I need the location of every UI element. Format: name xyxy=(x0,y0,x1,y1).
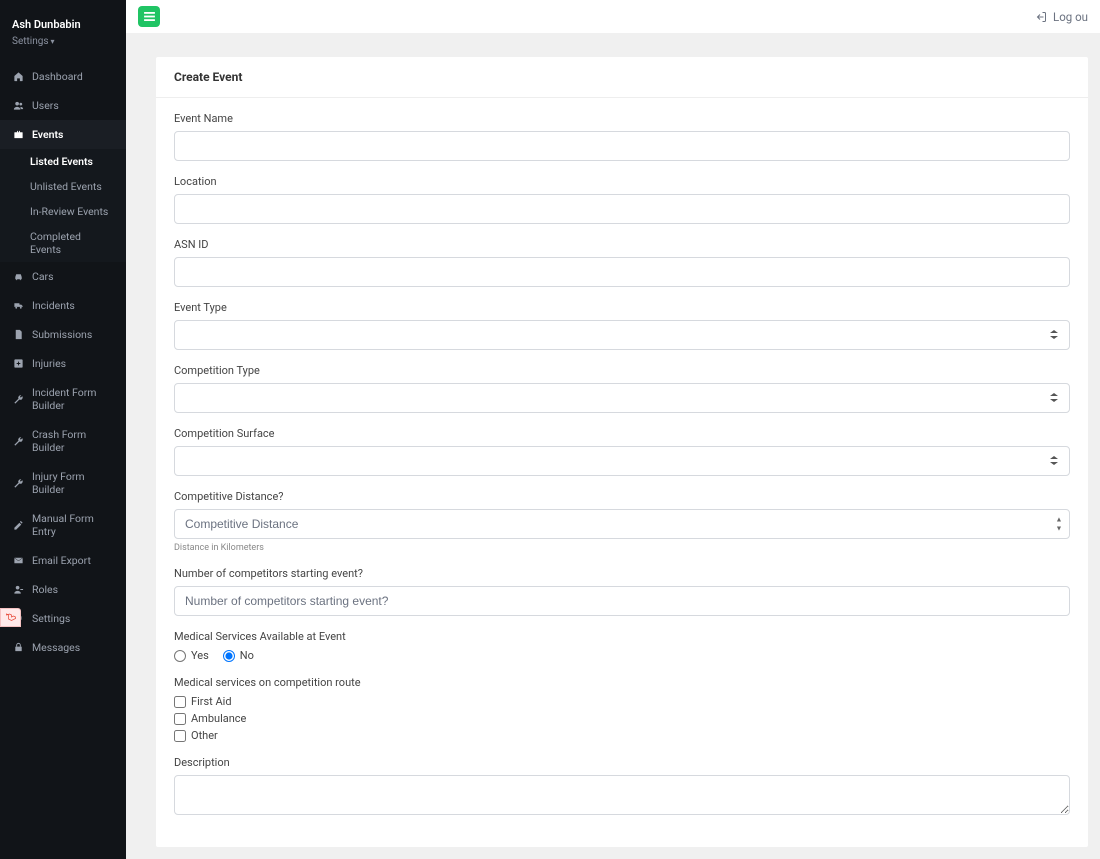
medical-no-radio-label[interactable]: No xyxy=(223,649,254,662)
event-name-label: Event Name xyxy=(174,112,1070,125)
sidebar: Ash Dunbabin Settings ▾ Dashboard Users … xyxy=(0,0,126,859)
sidebar-header: Ash Dunbabin Settings ▾ xyxy=(0,0,126,62)
edit-icon xyxy=(12,519,24,531)
sidebar-subitem-in-review-events[interactable]: In-Review Events xyxy=(0,199,126,224)
plus-square-icon xyxy=(12,358,24,370)
sidebar-item-crash-form-builder[interactable]: Crash Form Builder xyxy=(0,420,126,462)
wrench-icon xyxy=(12,393,24,405)
briefcase-icon xyxy=(12,129,24,141)
wrench-icon xyxy=(12,477,24,489)
location-input[interactable] xyxy=(174,194,1070,224)
sidebar-settings-link[interactable]: Settings ▾ xyxy=(12,36,55,47)
users-icon xyxy=(12,100,24,112)
competition-type-label: Competition Type xyxy=(174,364,1070,377)
ambulance-checkbox-label[interactable]: Ambulance xyxy=(174,712,1070,725)
competitive-distance-input[interactable] xyxy=(174,509,1070,539)
truck-icon xyxy=(12,300,24,312)
sidebar-item-email-export[interactable]: Email Export xyxy=(0,546,126,575)
lock-icon xyxy=(12,642,24,654)
other-checkbox-label[interactable]: Other xyxy=(174,729,1070,742)
sidebar-item-submissions[interactable]: Submissions xyxy=(0,320,126,349)
envelope-icon xyxy=(12,555,24,567)
asn-id-label: ASN ID xyxy=(174,238,1070,251)
event-name-input[interactable] xyxy=(174,131,1070,161)
laravel-icon xyxy=(5,612,17,624)
house-icon xyxy=(12,71,24,83)
sidebar-username: Ash Dunbabin xyxy=(12,18,114,31)
sidebar-item-events[interactable]: Events xyxy=(0,120,126,149)
other-checkbox[interactable] xyxy=(174,730,186,742)
car-icon xyxy=(12,271,24,283)
topbar: Log ou xyxy=(126,0,1100,33)
sidebar-item-incidents[interactable]: Incidents xyxy=(0,291,126,320)
sidebar-item-users[interactable]: Users xyxy=(0,91,126,120)
competition-surface-label: Competition Surface xyxy=(174,427,1070,440)
competition-surface-select[interactable] xyxy=(174,446,1070,476)
medical-route-label: Medical services on competition route xyxy=(174,676,1070,689)
sidebar-item-injury-form-builder[interactable]: Injury Form Builder xyxy=(0,462,126,504)
hamburger-button[interactable] xyxy=(138,6,160,27)
sidebar-item-injuries[interactable]: Injuries xyxy=(0,349,126,378)
competitive-distance-spinner[interactable]: ▲ ▼ xyxy=(1054,516,1064,533)
medical-no-radio[interactable] xyxy=(223,650,235,662)
competitive-distance-label: Competitive Distance? xyxy=(174,490,1070,503)
sidebar-subitem-completed-events[interactable]: Completed Events xyxy=(0,224,126,262)
sidebar-item-cars[interactable]: Cars xyxy=(0,262,126,291)
first-aid-checkbox[interactable] xyxy=(174,696,186,708)
location-label: Location xyxy=(174,175,1070,188)
wrench-icon xyxy=(12,435,24,447)
file-icon xyxy=(12,329,24,341)
sidebar-subitem-listed-events[interactable]: Listed Events xyxy=(0,149,126,174)
hamburger-icon xyxy=(144,12,155,21)
medical-yes-radio-label[interactable]: Yes xyxy=(174,649,209,662)
competition-type-select[interactable] xyxy=(174,383,1070,413)
medical-yes-radio[interactable] xyxy=(174,650,186,662)
sidebar-subitem-unlisted-events[interactable]: Unlisted Events xyxy=(0,174,126,199)
create-event-card: Create Event Event Name Location ASN ID xyxy=(156,57,1088,847)
sidebar-item-manual-form-entry[interactable]: Manual Form Entry xyxy=(0,504,126,546)
spinner-down-icon[interactable]: ▼ xyxy=(1054,525,1064,533)
first-aid-checkbox-label[interactable]: First Aid xyxy=(174,695,1070,708)
sidebar-item-dashboard[interactable]: Dashboard xyxy=(0,62,126,91)
event-type-select[interactable] xyxy=(174,320,1070,350)
spinner-up-icon[interactable]: ▲ xyxy=(1054,516,1064,524)
medical-available-label: Medical Services Available at Event xyxy=(174,630,1070,643)
ambulance-checkbox[interactable] xyxy=(174,713,186,725)
logout-icon xyxy=(1035,11,1047,23)
caret-down-icon: ▾ xyxy=(51,37,55,46)
sidebar-item-incident-form-builder[interactable]: Incident Form Builder xyxy=(0,378,126,420)
laravel-badge[interactable] xyxy=(0,608,21,627)
description-textarea[interactable] xyxy=(174,775,1070,815)
user-minus-icon xyxy=(12,584,24,596)
event-type-label: Event Type xyxy=(174,301,1070,314)
num-competitors-label: Number of competitors starting event? xyxy=(174,567,1070,580)
asn-id-input[interactable] xyxy=(174,257,1070,287)
logout-button[interactable]: Log ou xyxy=(1035,10,1088,24)
num-competitors-input[interactable] xyxy=(174,586,1070,616)
sidebar-item-roles[interactable]: Roles xyxy=(0,575,126,604)
description-label: Description xyxy=(174,756,1070,769)
competitive-distance-help: Distance in Kilometers xyxy=(174,543,1070,553)
card-title: Create Event xyxy=(156,57,1088,98)
sidebar-item-messages[interactable]: Messages xyxy=(0,633,126,662)
